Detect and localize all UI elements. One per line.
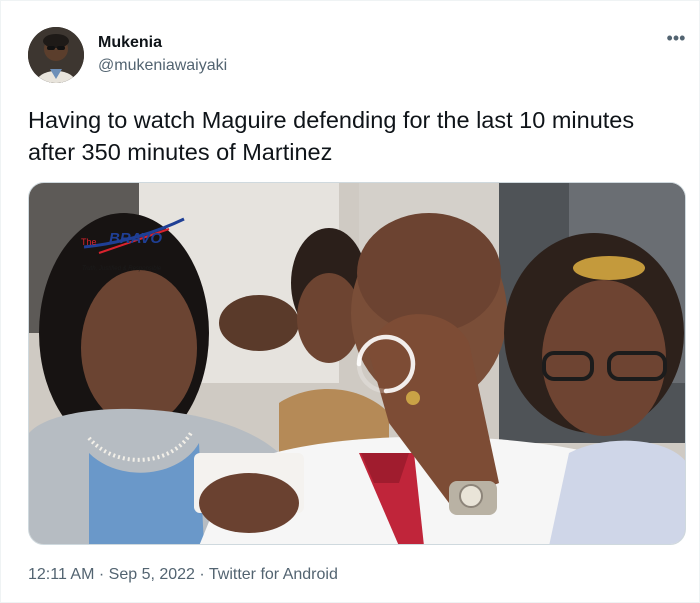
- tweet-card: Mukenia @mukeniawaiyaki ••• Having to wa…: [0, 0, 700, 603]
- tweet-source[interactable]: Twitter for Android: [209, 566, 338, 583]
- tweet-text: Having to watch Maguire defending for th…: [28, 107, 635, 165]
- meta-separator: ·: [199, 566, 205, 583]
- more-horizontal-icon[interactable]: •••: [665, 29, 687, 53]
- svg-text:Truth, Justified & Responsible: Truth, Justified & Responsible: [82, 266, 162, 272]
- tweet-time[interactable]: 12:11 AM: [28, 566, 94, 583]
- tweet-metadata: 12:11 AM · Sep 5, 2022 · Twitter for And…: [28, 566, 338, 584]
- author-name[interactable]: Mukenia: [98, 34, 162, 52]
- svg-text:The: The: [81, 237, 97, 247]
- meta-separator: ·: [98, 566, 105, 583]
- author-avatar[interactable]: [28, 27, 84, 83]
- svg-text:BRAVO: BRAVO: [109, 230, 162, 247]
- tweet-date[interactable]: Sep 5, 2022: [109, 566, 195, 583]
- tweet-media-video[interactable]: The BRAVO Truth, Justified & Responsible: [28, 182, 686, 545]
- author-handle[interactable]: @mukeniawaiyaki: [98, 57, 227, 75]
